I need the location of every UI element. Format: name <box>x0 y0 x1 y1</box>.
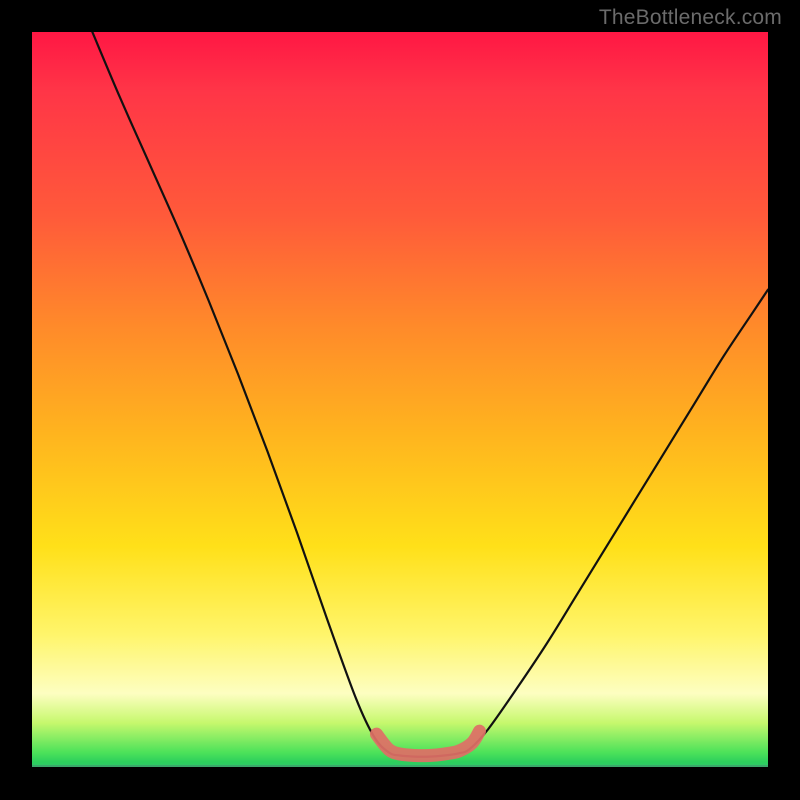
valley-highlight <box>376 731 479 755</box>
plot-area <box>32 32 768 768</box>
bottleneck-curve <box>92 32 768 757</box>
chart-stage: TheBottleneck.com <box>0 0 800 800</box>
watermark-text: TheBottleneck.com <box>599 6 782 30</box>
curve-layer <box>32 32 768 768</box>
